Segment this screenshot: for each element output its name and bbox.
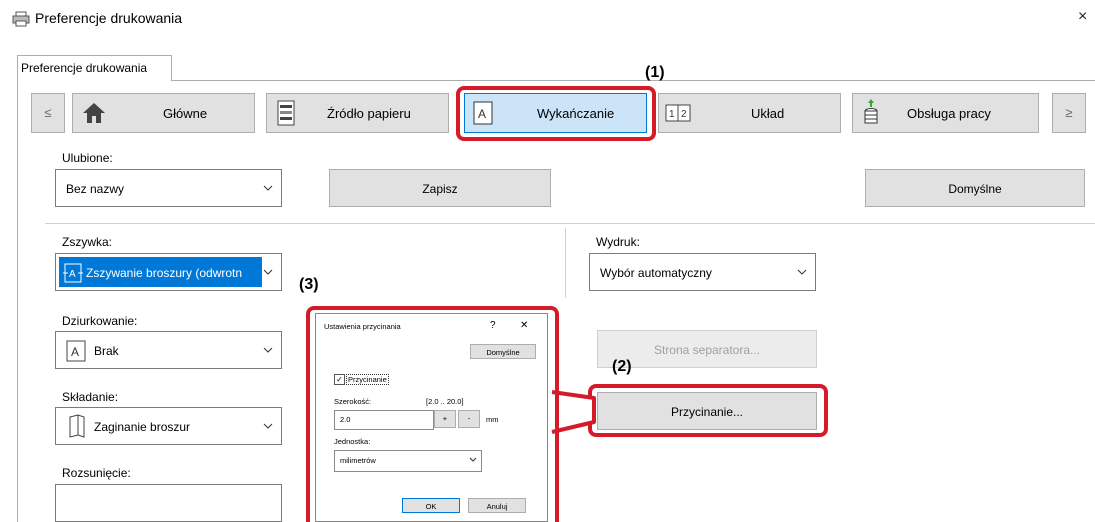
chevron-down-icon bbox=[263, 418, 273, 434]
width-increment-button[interactable]: + bbox=[434, 410, 456, 428]
width-label: Szerokość: bbox=[334, 397, 372, 406]
staple-select[interactable]: A Zszywanie broszury (odwrotn bbox=[55, 253, 282, 291]
dialog-close-button[interactable]: ✕ bbox=[520, 320, 528, 331]
trim-settings-dialog: Ustawienia przycinania ? ✕ Domyślne ✓ Pr… bbox=[315, 313, 548, 522]
output-label: Wydruk: bbox=[596, 235, 640, 249]
window-title: Preferencje drukowania bbox=[35, 10, 183, 26]
highlight-trim-button bbox=[588, 384, 828, 437]
ribbon-tab-label: Układ bbox=[751, 106, 785, 121]
output-select[interactable]: Wybór automatyczny bbox=[589, 253, 816, 291]
chevron-down-icon bbox=[263, 180, 273, 196]
divider bbox=[565, 228, 566, 298]
printer-icon bbox=[12, 11, 30, 30]
home-icon bbox=[82, 102, 106, 127]
booklet-fold-icon bbox=[68, 414, 86, 441]
ribbon-tab-job-handling[interactable]: Obsługa pracy bbox=[852, 93, 1039, 133]
chevron-down-icon bbox=[263, 264, 273, 280]
staple-label: Zszywka: bbox=[62, 235, 113, 249]
width-value: 2.0 bbox=[340, 415, 351, 424]
punch-none-icon: A bbox=[66, 340, 86, 365]
staple-value: Zszywanie broszury (odwrotn bbox=[86, 266, 243, 280]
fold-value: Zaginanie broszur bbox=[94, 420, 191, 434]
svg-text:2: 2 bbox=[681, 109, 687, 120]
callout-2: (2) bbox=[612, 358, 632, 375]
unit-value: milimetrów bbox=[340, 456, 376, 465]
title-bar: Preferencje drukowania × bbox=[0, 0, 1095, 40]
favorites-label: Ulubione: bbox=[62, 151, 113, 165]
trim-checkbox-label: Przycinanie bbox=[346, 374, 389, 385]
favorites-select[interactable]: Bez nazwy bbox=[55, 169, 282, 207]
width-input[interactable]: 2.0 bbox=[334, 410, 434, 430]
job-handling-icon bbox=[863, 99, 879, 130]
trim-checkbox[interactable]: ✓ bbox=[334, 374, 345, 385]
help-icon[interactable]: ? bbox=[490, 320, 496, 331]
dialog-defaults-button[interactable]: Domyślne bbox=[470, 344, 536, 359]
layout-icon: 12 bbox=[665, 104, 691, 125]
width-unit: mm bbox=[486, 415, 499, 424]
ribbon-prev-button[interactable]: ≤ bbox=[31, 93, 65, 133]
offset-select[interactable] bbox=[55, 484, 282, 522]
ribbon-tab-paper-source[interactable]: Źródło papieru bbox=[266, 93, 449, 133]
ribbon-tab-label: Obsługa pracy bbox=[907, 106, 991, 121]
dialog-ok-button[interactable]: OK bbox=[402, 498, 460, 513]
width-decrement-button[interactable]: - bbox=[458, 410, 480, 428]
dialog-cancel-button[interactable]: Anuluj bbox=[468, 498, 526, 513]
ribbon-tab-main[interactable]: Główne bbox=[72, 93, 255, 133]
chevron-down-icon bbox=[469, 454, 477, 468]
favorites-value: Bez nazwy bbox=[66, 182, 125, 196]
punch-label: Dziurkowanie: bbox=[62, 314, 138, 328]
highlight-finishing-tab bbox=[456, 86, 656, 141]
callout-1: (1) bbox=[645, 64, 665, 81]
unit-label: Jednostka: bbox=[334, 437, 371, 446]
dialog-title: Ustawienia przycinania bbox=[324, 322, 401, 331]
staple-booklet-icon: A bbox=[63, 263, 83, 286]
ribbon-tab-label: Źródło papieru bbox=[327, 106, 411, 121]
ribbon-tab-label: Główne bbox=[163, 106, 208, 121]
window-close-button[interactable]: × bbox=[1078, 8, 1087, 26]
callout-3: (3) bbox=[299, 276, 319, 293]
fold-label: Składanie: bbox=[62, 390, 119, 404]
unit-select[interactable]: milimetrów bbox=[334, 450, 482, 472]
defaults-button[interactable]: Domyślne bbox=[865, 169, 1085, 207]
svg-text:A: A bbox=[69, 269, 76, 280]
punch-select[interactable]: A Brak bbox=[55, 331, 282, 369]
width-range: [2.0 .. 20.0] bbox=[426, 397, 464, 406]
svg-text:1: 1 bbox=[669, 109, 675, 120]
punch-value: Brak bbox=[94, 344, 119, 358]
ribbon-next-button[interactable]: ≥ bbox=[1052, 93, 1086, 133]
chevron-down-icon bbox=[263, 342, 273, 358]
svg-text:A: A bbox=[71, 345, 79, 359]
save-button[interactable]: Zapisz bbox=[329, 169, 551, 207]
fold-select[interactable]: Zaginanie broszur bbox=[55, 407, 282, 445]
paper-tray-icon bbox=[277, 100, 295, 129]
output-value: Wybór automatyczny bbox=[600, 266, 712, 280]
chevron-down-icon bbox=[797, 264, 807, 280]
divider bbox=[45, 223, 1095, 224]
ribbon-tab-layout[interactable]: 12 Układ bbox=[658, 93, 841, 133]
tab-print-preferences[interactable]: Preferencje drukowania bbox=[17, 55, 172, 81]
offset-label: Rozsunięcie: bbox=[62, 466, 131, 480]
